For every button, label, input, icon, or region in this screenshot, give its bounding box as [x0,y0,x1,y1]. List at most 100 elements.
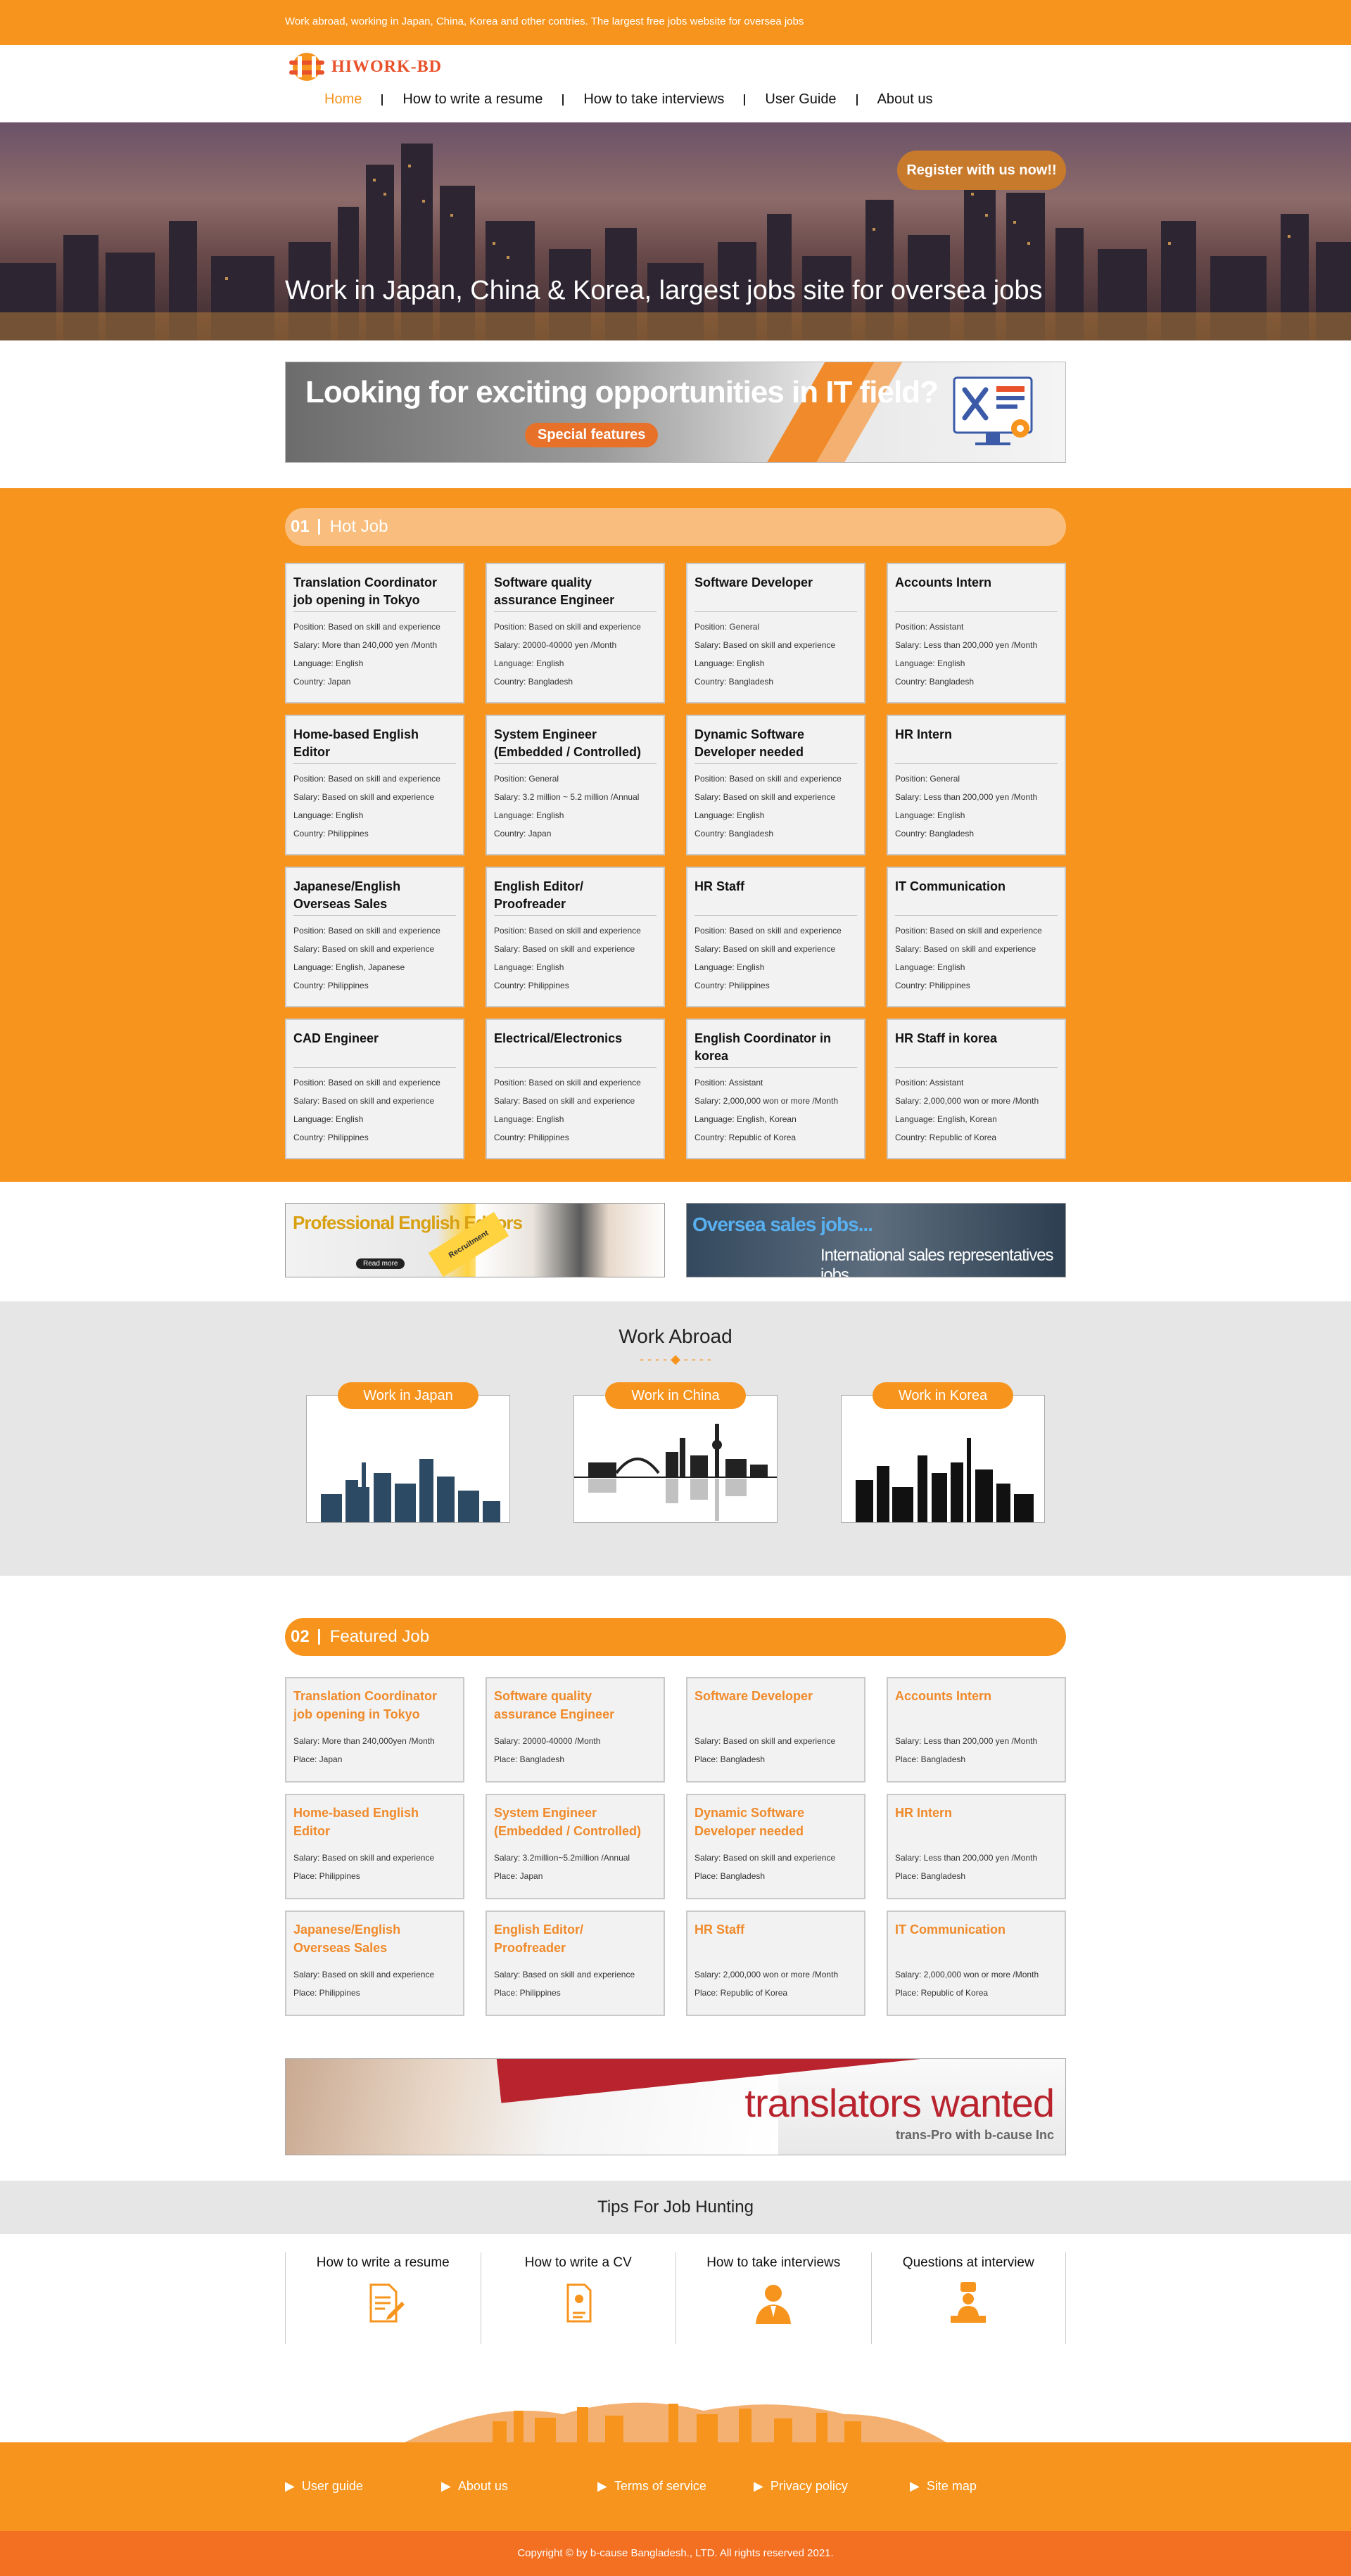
country-card-china[interactable]: Work in China [573,1382,778,1523]
link-label[interactable]: User guide [302,2479,363,2494]
link-label[interactable]: Privacy policy [770,2479,848,2494]
link-label[interactable]: Terms of service [614,2479,706,2494]
country-label[interactable]: Work in China [605,1382,746,1409]
featured-job-card[interactable]: Accounts Intern Salary: Less than 200,000… [887,1677,1066,1783]
job-title[interactable]: English Editor/ Proofreader [494,878,657,916]
job-title[interactable]: Software Developer [694,574,857,612]
job-title[interactable]: CAD Engineer [293,1030,456,1068]
job-title[interactable]: HR Intern [895,726,1058,764]
job-title[interactable]: IT Communication [895,1920,1058,1965]
featured-job-card[interactable]: IT Communication Salary: 2,000,000 won or… [887,1911,1066,2016]
featured-job-card[interactable]: System Engineer (Embedded / Controlled) S… [486,1794,665,1899]
tip-interviews[interactable]: How to take interviews [676,2252,871,2344]
footer-link-site-map[interactable]: ▶ Site map [910,2479,1066,2494]
footer-link-about-us[interactable]: ▶ About us [441,2479,597,2494]
country-card-korea[interactable]: Work in Korea [841,1382,1045,1523]
nav-about-us[interactable]: About us [858,91,953,108]
hot-job-card[interactable]: Home-based English Editor Position: Based… [285,715,464,855]
hot-job-card[interactable]: Dynamic Software Developer needed Positio… [686,715,865,855]
job-title[interactable]: Translation Coordinator job opening in T… [293,1687,456,1732]
link-label[interactable]: About us [458,2479,508,2494]
featured-job-card[interactable]: Software Developer Salary: Based on skill… [686,1677,865,1783]
job-title[interactable]: Japanese/English Overseas Sales [293,1920,456,1965]
job-title[interactable]: Home-based English Editor [293,1804,456,1849]
job-title[interactable]: Home-based English Editor [293,726,456,764]
special-features-button[interactable]: Special features [525,423,659,447]
footer-city-illustration [0,2372,1351,2442]
job-title[interactable]: HR Staff [694,1920,857,1965]
job-language: Language: English [895,962,965,972]
hot-job-card[interactable]: Software quality assurance Engineer Posit… [486,563,665,703]
translators-wanted-banner[interactable]: translators wanted trans-Pro with b-caus… [285,2058,1066,2155]
job-title[interactable]: IT Communication [895,878,1058,916]
job-title[interactable]: Accounts Intern [895,574,1058,612]
nav-resume[interactable]: How to write a resume [383,91,562,108]
hot-job-card[interactable]: CAD Engineer Position: Based on skill and… [285,1019,464,1159]
tips-list: How to write a resume How to write a CV … [285,2252,1067,2344]
featured-job-card[interactable]: Software quality assurance Engineer Salar… [486,1677,665,1783]
tip-cv[interactable]: How to write a CV [480,2252,676,2344]
hot-job-card[interactable]: HR Staff Position: Based on skill and exp… [686,867,865,1007]
job-title[interactable]: Software quality assurance Engineer [494,574,657,612]
link-label[interactable]: Site map [927,2479,977,2494]
hot-job-card[interactable]: Electrical/Electronics Position: Based on… [486,1019,665,1159]
nav-interviews[interactable]: How to take interviews [564,91,744,108]
job-title[interactable]: English Coordinator in korea [694,1030,857,1068]
hot-job-card[interactable]: English Editor/ Proofreader Position: Bas… [486,867,665,1007]
read-more-button[interactable]: Read more [356,1258,405,1269]
hot-job-card[interactable]: HR Staff in korea Position: Assistant Sala… [887,1019,1066,1159]
job-title[interactable]: Japanese/English Overseas Sales [293,878,456,916]
job-title[interactable]: Dynamic Software Developer needed [694,726,857,764]
tip-label[interactable]: How to take interviews [676,2255,871,2271]
featured-job-card[interactable]: Dynamic Software Developer needed Salary:… [686,1794,865,1899]
logo[interactable]: HIWORK-BD [288,51,442,83]
cv-icon [566,2283,592,2323]
featured-job-card[interactable]: Japanese/English Overseas Sales Salary: B… [285,1911,464,2016]
english-editors-ad[interactable]: Professional English Editors Read more R… [285,1203,665,1277]
job-title[interactable]: Electrical/Electronics [494,1030,657,1068]
hot-job-card[interactable]: IT Communication Position: Based on skill… [887,867,1066,1007]
featured-job-card[interactable]: Translation Coordinator job opening in T… [285,1677,464,1783]
tip-label[interactable]: Questions at interview [872,2255,1066,2271]
featured-job-card[interactable]: English Editor/ Proofreader Salary: Based… [486,1911,665,2016]
hot-job-card[interactable]: English Coordinator in korea Position: As… [686,1019,865,1159]
job-title[interactable]: Translation Coordinator job opening in T… [293,574,456,612]
nav-home[interactable]: Home [285,91,381,108]
footer-link-terms[interactable]: ▶ Terms of service [597,2479,754,2494]
hot-job-grid: Translation Coordinator job opening in T… [285,563,1066,1159]
hot-job-card[interactable]: System Engineer (Embedded / Controlled) P… [486,715,665,855]
job-title[interactable]: HR Staff in korea [895,1030,1058,1068]
register-button[interactable]: Register with us now!! [897,151,1066,190]
footer-link-privacy[interactable]: ▶ Privacy policy [754,2479,910,2494]
it-field-banner[interactable]: Looking for exciting opportunities in IT… [285,362,1066,463]
hot-job-card[interactable]: Software Developer Position: General Salar… [686,563,865,703]
job-title[interactable]: Software Developer [694,1687,857,1732]
hot-job-card[interactable]: Japanese/English Overseas Sales Position:… [285,867,464,1007]
country-card-japan[interactable]: Work in Japan [306,1382,510,1523]
job-title[interactable]: English Editor/ Proofreader [494,1920,657,1965]
country-label[interactable]: Work in Japan [338,1382,478,1409]
job-title[interactable]: HR Intern [895,1804,1058,1849]
featured-job-card[interactable]: Home-based English Editor Salary: Based o… [285,1794,464,1899]
tip-label[interactable]: How to write a resume [286,2255,481,2271]
job-title[interactable]: System Engineer (Embedded / Controlled) [494,726,657,764]
hero-banner: Register with us now!! Work in Japan, Ch… [0,122,1351,340]
job-title[interactable]: Software quality assurance Engineer [494,1687,657,1732]
featured-job-card[interactable]: HR Staff Salary: 2,000,000 won or more /M… [686,1911,865,2016]
tip-questions[interactable]: Questions at interview [870,2252,1067,2344]
tip-label[interactable]: How to write a CV [481,2255,676,2271]
job-title[interactable]: Dynamic Software Developer needed [694,1804,857,1849]
hot-job-card[interactable]: Accounts Intern Position: Assistant Salary… [887,563,1066,703]
oversea-sales-ad[interactable]: Oversea sales jobs... International sale… [686,1203,1066,1277]
hot-job-card[interactable]: HR Intern Position: General Salary: Less t… [887,715,1066,855]
nav-user-guide[interactable]: User Guide [745,91,856,108]
job-title[interactable]: Accounts Intern [895,1687,1058,1732]
country-label[interactable]: Work in Korea [873,1382,1013,1409]
hot-job-card[interactable]: Translation Coordinator job opening in T… [285,563,464,703]
job-country: Country: Philippines [694,981,770,990]
tip-resume[interactable]: How to write a resume [285,2252,481,2344]
job-title[interactable]: HR Staff [694,878,857,916]
job-title[interactable]: System Engineer (Embedded / Controlled) [494,1804,657,1849]
footer-link-user-guide[interactable]: ▶ User guide [285,2479,441,2494]
featured-job-card[interactable]: HR Intern Salary: Less than 200,000 yen /… [887,1794,1066,1899]
